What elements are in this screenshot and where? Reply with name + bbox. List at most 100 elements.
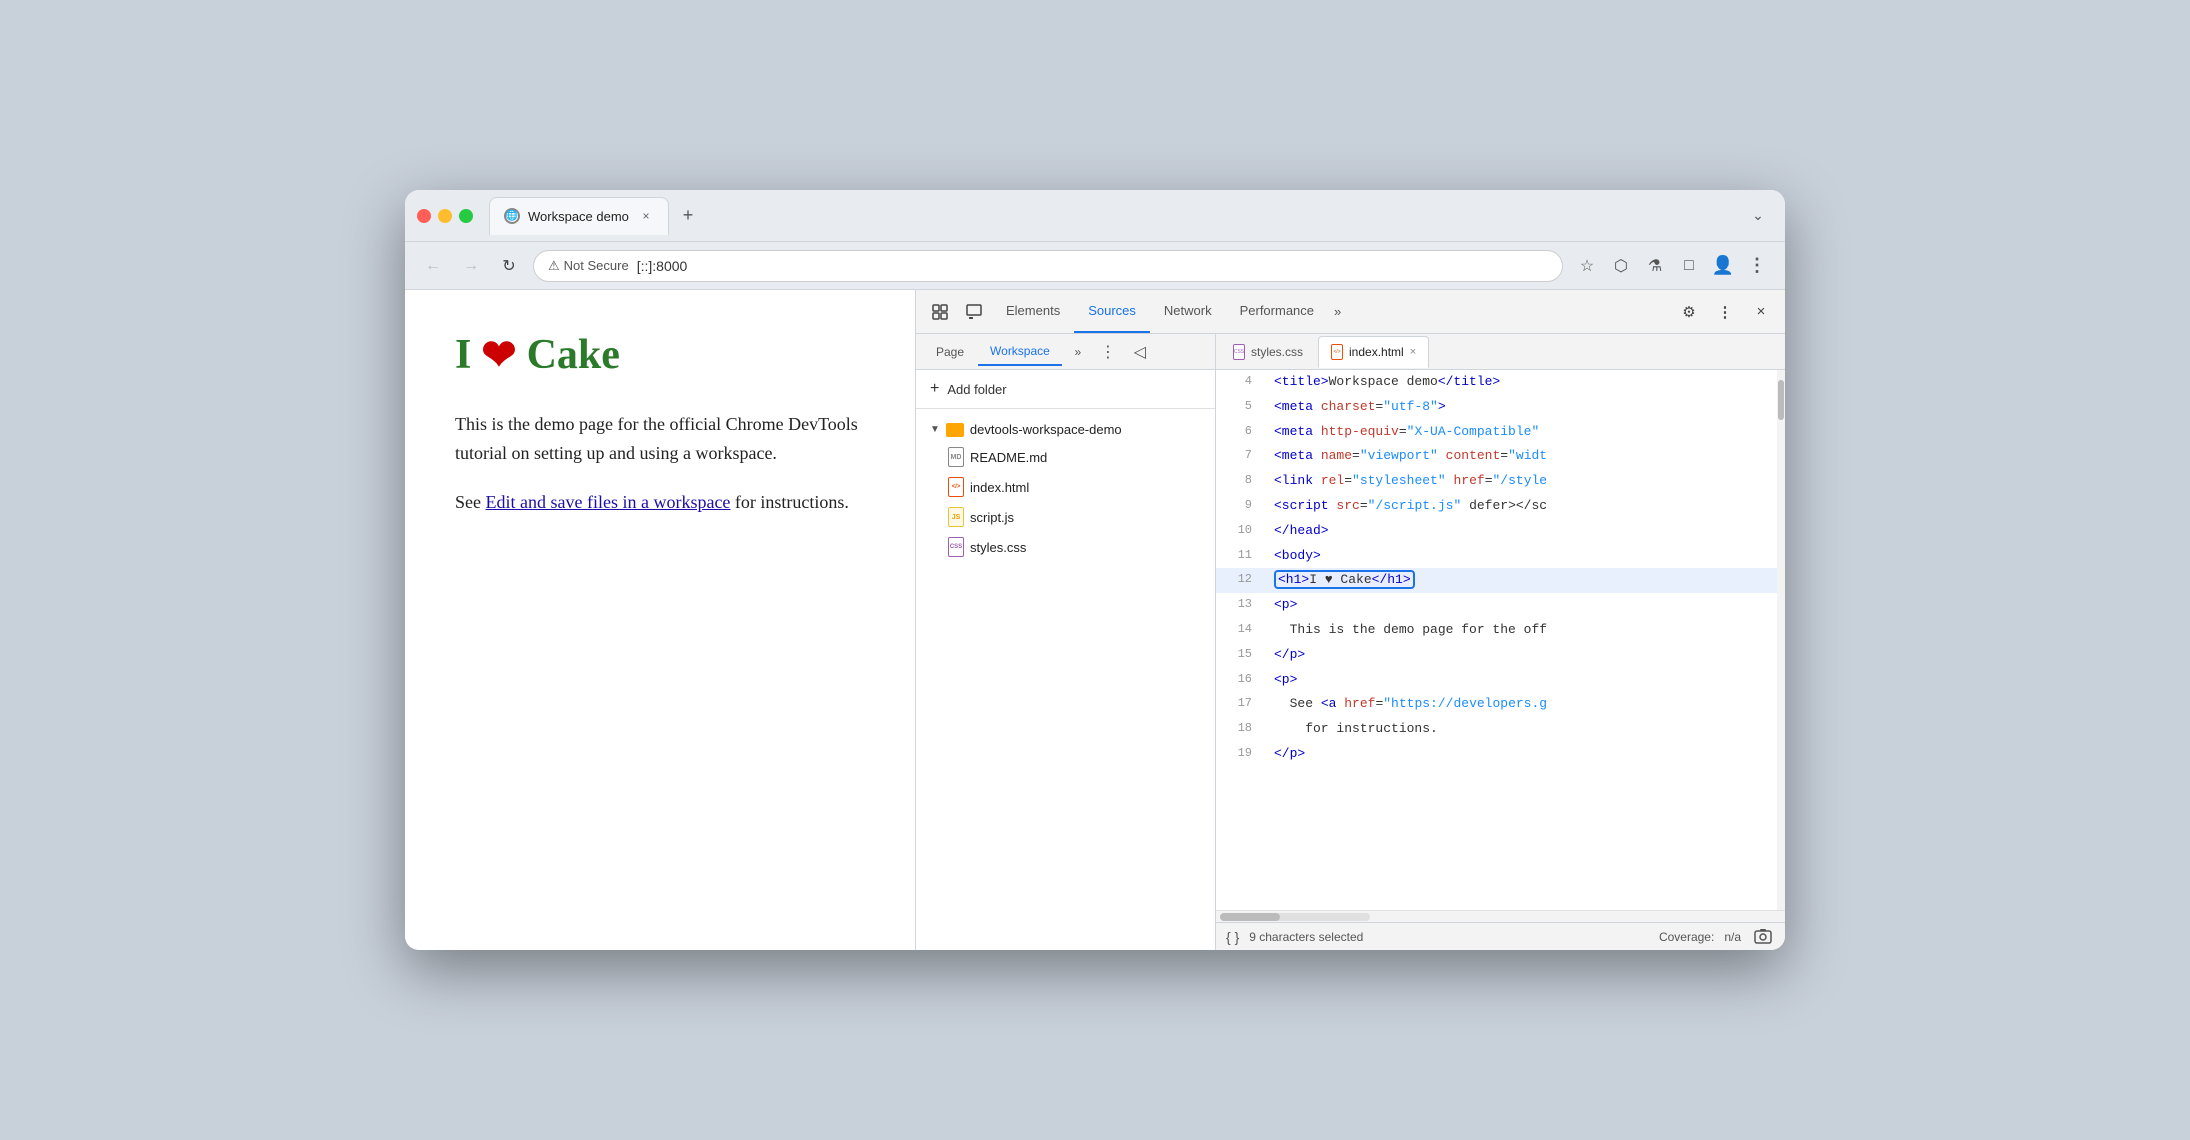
inspect-element-button[interactable] [958,296,990,328]
maximize-window-button[interactable] [459,209,473,223]
screenshot-button[interactable] [1751,925,1775,949]
sources-tab-menu[interactable]: ⋮ [1094,338,1122,366]
file-script-js-name: script.js [970,510,1014,525]
back-button[interactable]: ← [419,252,447,280]
line-content-11: <body> [1266,544,1777,569]
labs-button[interactable]: ⚗ [1641,252,1669,280]
minimize-window-button[interactable] [438,209,452,223]
workspace-link[interactable]: Edit and save files in a workspace [486,492,731,512]
tab-performance[interactable]: Performance [1226,290,1328,333]
line-number-14: 14 [1216,618,1266,641]
browser-window: 🌐 Workspace demo × + ⌄ ← → ↻ ⚠ Not Secur… [405,190,1785,950]
extensions-button[interactable]: ⬡ [1607,252,1635,280]
editor-tab-close-button[interactable]: × [1410,346,1416,358]
code-line-15: 15 </p> [1216,643,1777,668]
file-styles-css[interactable]: CSS styles.css [916,532,1215,562]
tab-network[interactable]: Network [1150,290,1226,333]
line-number-5: 5 [1216,395,1266,418]
devtools-more-button[interactable]: ⋮ [1709,296,1741,328]
page-heading: I ❤ Cake [455,330,865,380]
tab-elements[interactable]: Elements [992,290,1074,333]
close-window-button[interactable] [417,209,431,223]
line-content-15: </p> [1266,643,1777,668]
cursor-tool-button[interactable] [924,296,956,328]
address-input[interactable]: ⚠ Not Secure [::]:8000 [533,250,1563,282]
not-secure-text: Not Secure [564,258,629,273]
line-number-4: 4 [1216,370,1266,393]
line-number-18: 18 [1216,717,1266,740]
editor-tab-index-html[interactable]: </> index.html × [1318,336,1429,368]
workspace-folder[interactable]: ▼ devtools-workspace-demo [916,417,1215,442]
devtools-toolbar: Elements Sources Network Performance » [916,290,1785,334]
page-paragraph-1: This is the demo page for the official C… [455,410,865,468]
add-folder-button[interactable]: + Add folder [916,370,1215,409]
forward-button[interactable]: → [457,252,485,280]
horizontal-scrollbar[interactable] [1216,910,1785,922]
code-line-18: 18 for instructions. [1216,717,1777,742]
line-content-19: </p> [1266,742,1777,767]
scroll-thumb [1778,380,1784,420]
code-line-8: 8 <link rel="stylesheet" href="/style [1216,469,1777,494]
file-index-html[interactable]: </> index.html [916,472,1215,502]
tab-close-button[interactable]: × [638,208,654,224]
address-bar: ← → ↻ ⚠ Not Secure [::]:8000 ☆ ⬡ ⚗ [405,242,1785,290]
line-number-8: 8 [1216,469,1266,492]
devtools-close-button[interactable]: × [1745,296,1777,328]
line-content-10: </head> [1266,519,1777,544]
tab-title: Workspace demo [528,209,630,224]
add-folder-label: Add folder [947,382,1006,397]
file-tree: ▼ devtools-workspace-demo MD README.md [916,409,1215,570]
sources-page-tab[interactable]: Page [924,338,976,366]
tab-dropdown-button[interactable]: ⌄ [1743,201,1773,231]
profile-button[interactable]: 👤 [1709,252,1737,280]
folder-chevron-icon: ▼ [930,424,940,435]
new-tab-button[interactable]: + [673,201,703,231]
code-area[interactable]: 4 <title>Workspace demo</title> 5 <meta … [1216,370,1777,910]
line-number-7: 7 [1216,444,1266,467]
sources-more-tabs[interactable]: » [1064,338,1092,366]
page-body: This is the demo page for the official C… [455,410,865,516]
folder-name: devtools-workspace-demo [970,422,1122,437]
bookmark-button[interactable]: ☆ [1573,252,1601,280]
tab-favicon: 🌐 [504,208,520,224]
line-number-19: 19 [1216,742,1266,765]
devtools-settings-button[interactable]: ⚙ [1673,296,1705,328]
editor-tabs-bar: CSS styles.css </> index.html × [1216,334,1785,370]
heart-icon: ❤ [481,330,516,380]
file-tree-panel: Page Workspace » ⋮ ◁ + Add folder [916,334,1216,950]
refresh-button[interactable]: ↻ [495,252,523,280]
line-number-16: 16 [1216,668,1266,691]
page-content: I ❤ Cake This is the demo page for the o… [405,290,915,950]
code-line-11: 11 <body> [1216,544,1777,569]
editor-tab-styles-css[interactable]: CSS styles.css [1220,336,1316,368]
file-readme-name: README.md [970,450,1047,465]
line-content-18: for instructions. [1266,717,1777,742]
file-script-js[interactable]: JS script.js [916,502,1215,532]
active-tab[interactable]: 🌐 Workspace demo × [489,197,669,235]
file-styles-css-name: styles.css [970,540,1026,555]
file-readme[interactable]: MD README.md [916,442,1215,472]
code-line-9: 9 <script src="/script.js" defer></sc [1216,494,1777,519]
format-button[interactable]: { } [1226,929,1239,945]
line-content-5: <meta charset="utf-8"> [1266,395,1777,420]
more-tabs-button[interactable]: » [1328,290,1347,333]
html-tab-icon: </> [1331,344,1343,360]
code-line-6: 6 <meta http-equiv="X-UA-Compatible" [1216,420,1777,445]
sources-nav-toggle[interactable]: ◁ [1124,338,1156,366]
editor-tab-index-label: index.html [1349,345,1404,359]
code-line-7: 7 <meta name="viewport" content="widt [1216,444,1777,469]
folder-icon [946,423,964,437]
vertical-scrollbar[interactable] [1777,370,1785,910]
devtools-tabs: Elements Sources Network Performance » [992,290,1671,333]
tab-sources[interactable]: Sources [1074,290,1150,333]
sources-workspace-tab[interactable]: Workspace [978,338,1062,366]
editor-tab-styles-label: styles.css [1251,345,1303,359]
browser-menu-button[interactable]: ⋮ [1743,252,1771,280]
heading-cake: Cake [527,331,620,379]
line-content-13: <p> [1266,593,1777,618]
css-file-icon: CSS [948,537,964,557]
line-content-9: <script src="/script.js" defer></sc [1266,494,1777,519]
devtools-panel: Elements Sources Network Performance » [915,290,1785,950]
code-line-12: 12 <h1>I ♥ Cake</h1> [1216,568,1777,593]
devtools-toggle-button[interactable]: □ [1675,252,1703,280]
